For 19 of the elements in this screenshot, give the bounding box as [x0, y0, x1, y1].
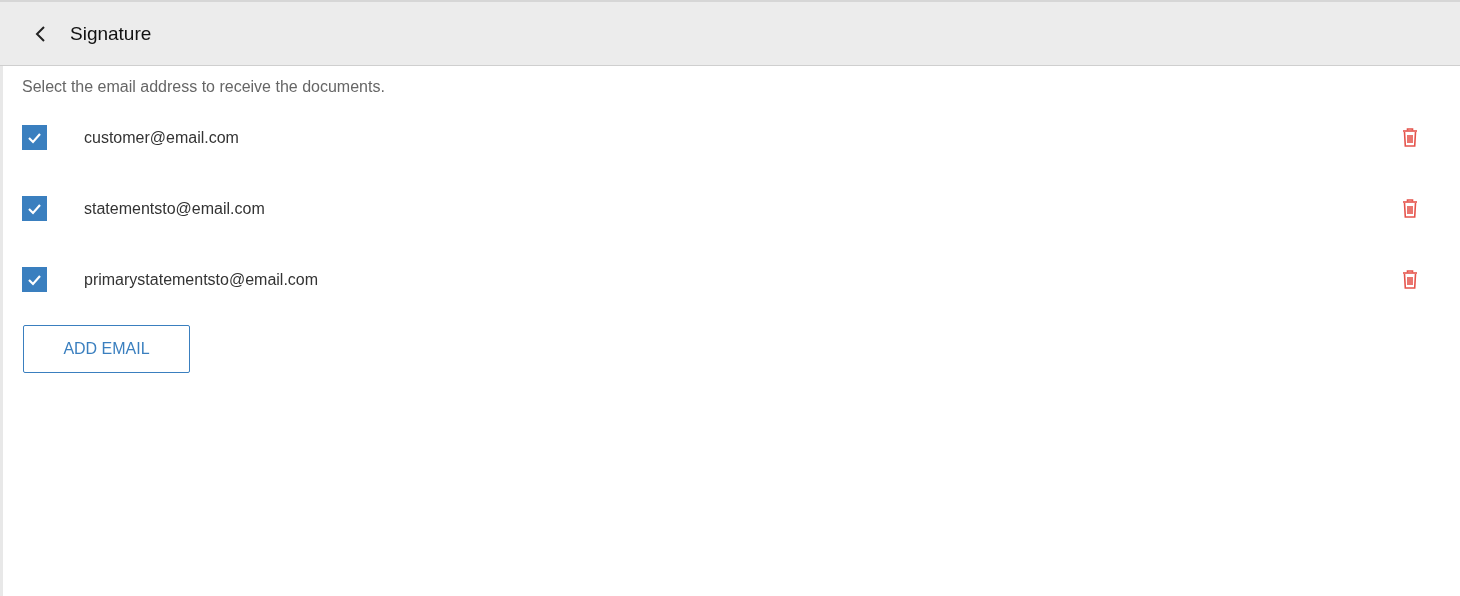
checkbox[interactable]: [22, 196, 47, 221]
add-email-button[interactable]: ADD EMAIL: [23, 325, 190, 373]
email-address: customer@email.com: [84, 128, 240, 147]
delete-button[interactable]: [1402, 128, 1418, 147]
delete-button[interactable]: [1402, 199, 1418, 218]
delete-button[interactable]: [1402, 270, 1418, 289]
checkmark-icon: [27, 131, 42, 144]
back-chevron-icon: [34, 24, 46, 43]
checkmark-icon: [27, 273, 42, 286]
trash-icon: [1402, 270, 1418, 289]
checkbox[interactable]: [22, 125, 47, 150]
checkbox[interactable]: [22, 267, 47, 292]
email-address: primarystatementsto@email.com: [84, 270, 320, 289]
email-address: statementsto@email.com: [84, 199, 266, 218]
trash-icon: [1402, 199, 1418, 218]
instruction-text: Select the email address to receive the documents.: [22, 78, 386, 96]
checkmark-icon: [27, 202, 42, 215]
trash-icon: [1402, 128, 1418, 147]
page-title: Signature: [70, 22, 152, 45]
